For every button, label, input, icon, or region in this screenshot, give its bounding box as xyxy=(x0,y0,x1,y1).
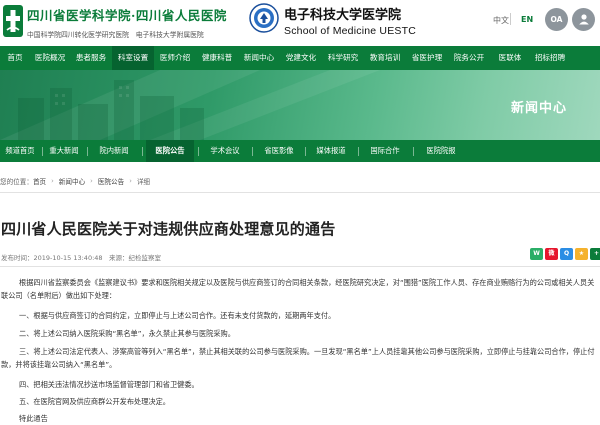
main-nav-item[interactable]: 患者服务 xyxy=(70,46,112,70)
article-paragraph: 二、将上述公司纳入医院采购“黑名单”，永久禁止其参与医院采购。 xyxy=(19,329,235,338)
qq-icon[interactable]: Q xyxy=(560,248,573,260)
user-button[interactable] xyxy=(572,8,595,31)
main-nav-item[interactable]: 科学研究 xyxy=(322,46,364,70)
university-name: 电子科技大学医学院 xyxy=(284,8,402,23)
main-nav-item[interactable]: 医师介绍 xyxy=(154,46,196,70)
sub-nav-item[interactable]: 国际合作 xyxy=(362,140,408,162)
sub-nav-item[interactable]: 医院院报 xyxy=(418,140,464,162)
breadcrumb-arrow-icon: › xyxy=(51,177,54,185)
banner-decoration xyxy=(0,70,380,140)
banner-title: 新闻中心 xyxy=(511,101,568,116)
sub-nav-item[interactable]: 频道首页 xyxy=(0,140,40,162)
hospital-name-block[interactable]: 四川省医学科学院·四川省人民医院 中国科学院四川转化医学研究医院 电子科技大学附… xyxy=(27,5,227,39)
hospital-name: 四川省医学科学院·四川省人民医院 xyxy=(27,8,227,23)
sub-nav-divider xyxy=(42,147,43,156)
main-nav-item[interactable]: 医联体 xyxy=(490,46,530,70)
sub-nav-item[interactable]: 重大新闻 xyxy=(44,140,84,162)
sub-nav-item[interactable]: 省医影像 xyxy=(256,140,302,162)
article-paragraph: 五、在医院官网及供应商群公开发布处理决定。 xyxy=(19,397,170,406)
breadcrumb: 您的位置： 首页 › 新闻中心 › 医院公告 › 详细 xyxy=(0,176,150,186)
university-seal-logo[interactable] xyxy=(249,3,279,33)
hospital-cross-logo[interactable] xyxy=(2,3,24,39)
article-paragraph: 四、把相关违法情况抄送市场监督管理部门和省卫健委。 xyxy=(19,380,199,389)
sub-nav-divider xyxy=(142,147,143,156)
article-title: 四川省人民医院关于对违规供应商处理意见的通告 xyxy=(1,220,336,238)
main-navigation: 首页 医院概况 患者服务 科室设置 医师介绍 健康科普 新闻中心 党建文化 科学研究 教育培训 省医… xyxy=(0,46,600,70)
article-paragraph: 根据四川省监察委员会《监察建议书》要求和医院相关规定以及医院与供应商签订的合同相… xyxy=(1,278,595,300)
sub-nav-divider xyxy=(413,147,414,156)
main-nav-item[interactable]: 招标招聘 xyxy=(530,46,570,70)
main-nav-item[interactable]: 党建文化 xyxy=(280,46,322,70)
weibo-icon[interactable]: 微 xyxy=(545,248,558,260)
university-english-name: School of Medicine UESTC xyxy=(284,25,417,37)
breadcrumb-divider xyxy=(0,192,600,193)
university-name-block[interactable]: 电子科技大学医学院 School of Medicine UESTC xyxy=(284,4,416,37)
more-share-icon[interactable]: + xyxy=(590,248,600,260)
main-nav-item[interactable]: 首页 xyxy=(0,46,30,70)
meta-divider xyxy=(0,266,600,267)
main-nav-item[interactable]: 院务公开 xyxy=(448,46,490,70)
sub-nav-divider xyxy=(198,147,199,156)
share-bar: W 微 Q ★ + xyxy=(530,248,600,260)
breadcrumb-announcements[interactable]: 医院公告 xyxy=(98,176,124,186)
oa-button[interactable]: OA xyxy=(545,8,568,31)
main-nav-item[interactable]: 科室设置 xyxy=(112,46,154,70)
main-nav-item[interactable]: 医院概况 xyxy=(30,46,70,70)
site-header: 四川省医学科学院·四川省人民医院 中国科学院四川转化医学研究医院 电子科技大学附… xyxy=(0,0,600,46)
qzone-icon[interactable]: ★ xyxy=(575,248,588,260)
breadcrumb-arrow-icon: › xyxy=(129,177,132,185)
breadcrumb-prefix: 您的位置： xyxy=(0,178,33,186)
sub-nav-divider xyxy=(358,147,359,156)
sub-nav-divider xyxy=(87,147,88,156)
lang-chinese-link[interactable]: 中文 xyxy=(493,15,509,26)
main-nav-item[interactable]: 省医护理 xyxy=(406,46,448,70)
article-meta: 发布时间：2019-10-15 13:40:48 来源：纪检监察室 xyxy=(1,254,162,262)
hospital-subtitle: 中国科学院四川转化医学研究医院 电子科技大学附属医院 xyxy=(27,31,204,39)
sub-navigation: 频道首页 重大新闻 院内新闻 医院公告 学术会议 省医影像 媒体报道 国际合作 医院院报 xyxy=(0,140,600,162)
wechat-icon[interactable]: W xyxy=(530,248,543,260)
section-banner: 新闻中心 xyxy=(0,70,600,140)
sub-nav-divider xyxy=(252,147,253,156)
article-closing: 特此通告 xyxy=(19,414,48,423)
main-nav-item[interactable]: 新闻中心 xyxy=(238,46,280,70)
sub-nav-item[interactable]: 学术会议 xyxy=(202,140,248,162)
article-paragraph: 三、将上述公司法定代表人、涉案高管等列入“黑名单”，禁止其相关联的公司参与医院采… xyxy=(1,347,595,369)
main-nav-item[interactable]: 教育培训 xyxy=(364,46,406,70)
lang-english-link[interactable]: EN xyxy=(521,15,533,24)
main-nav-item[interactable]: 健康科普 xyxy=(196,46,238,70)
sub-nav-item[interactable]: 医院公告 xyxy=(146,140,194,162)
sub-nav-divider xyxy=(305,147,306,156)
article-paragraph: 一、根据与供应商签订的合同约定，立即停止与上述公司合作。还有未支付货款的，延期两… xyxy=(19,311,336,320)
breadcrumb-arrow-icon: › xyxy=(90,177,93,185)
breadcrumb-news-center[interactable]: 新闻中心 xyxy=(59,176,85,186)
lang-divider xyxy=(510,13,511,25)
user-icon xyxy=(578,14,589,25)
sub-nav-item[interactable]: 院内新闻 xyxy=(90,140,138,162)
sub-nav-item[interactable]: 媒体报道 xyxy=(308,140,354,162)
breadcrumb-current: 详细 xyxy=(136,178,151,186)
breadcrumb-home[interactable]: 首页 xyxy=(33,176,46,186)
